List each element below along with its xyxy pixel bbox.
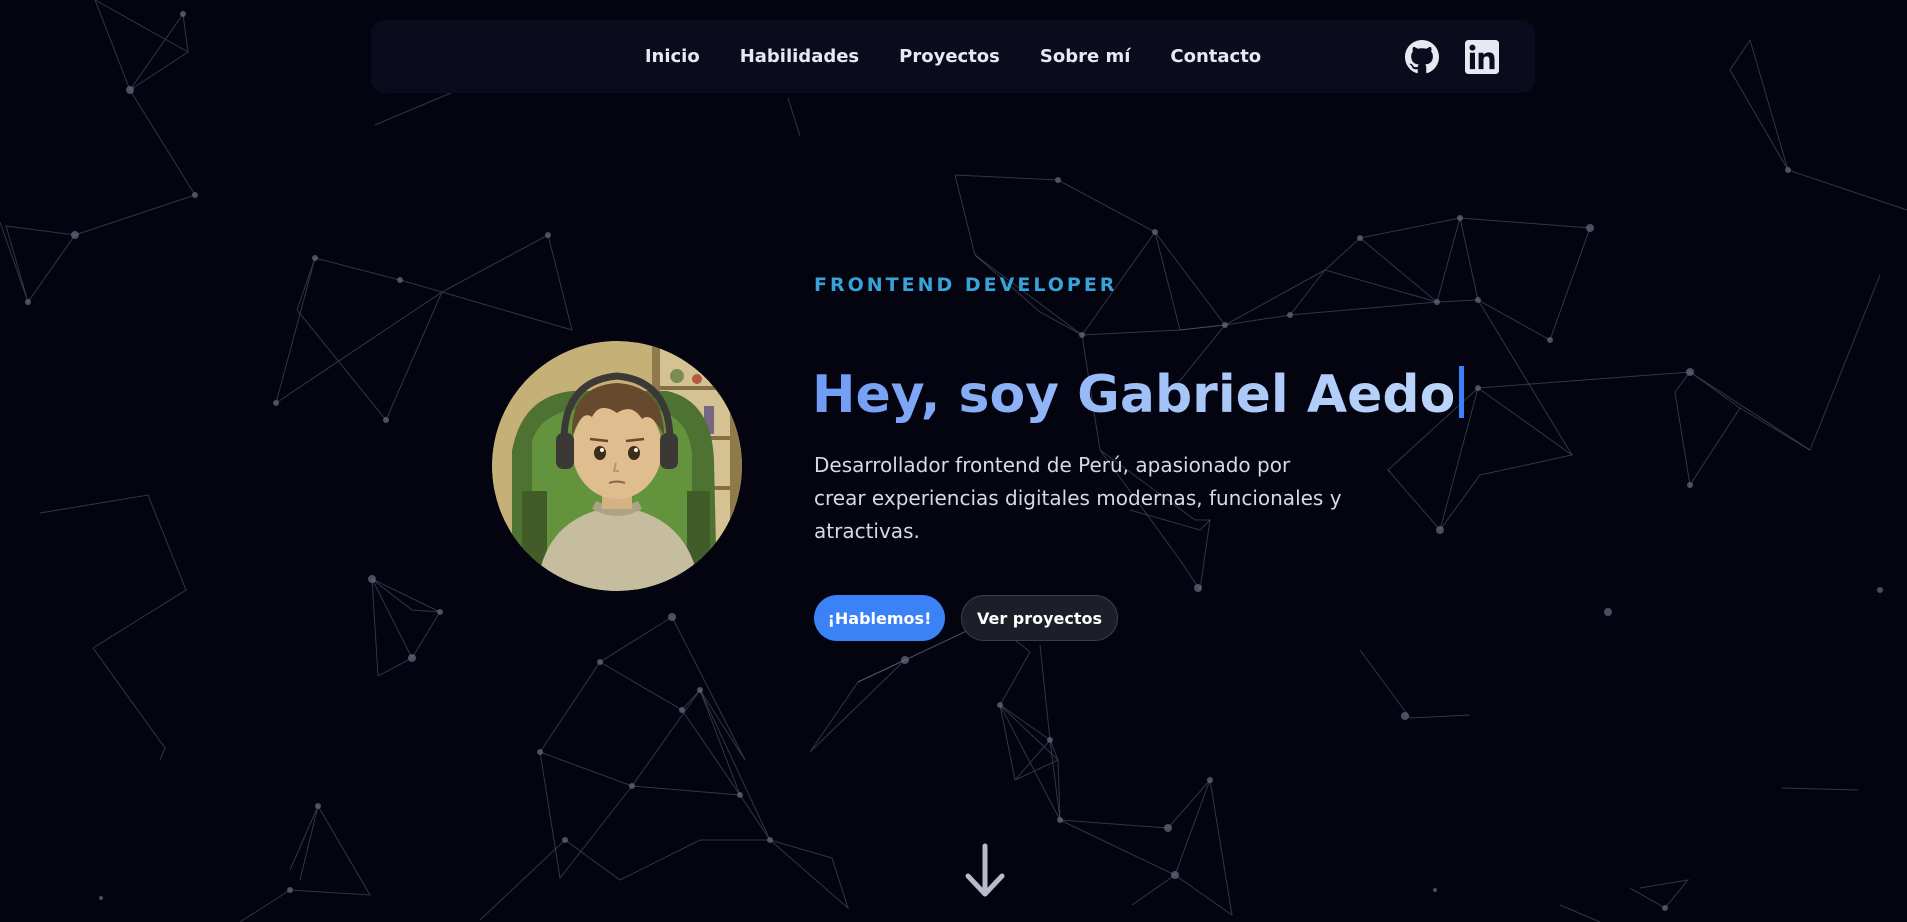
nav-link-habilidades[interactable]: Habilidades bbox=[740, 46, 859, 67]
arrow-down-icon[interactable] bbox=[963, 843, 1007, 899]
page: Inicio Habilidades Proyectos Sobre mí Co… bbox=[0, 0, 1907, 922]
nav-link-contacto[interactable]: Contacto bbox=[1170, 46, 1261, 67]
nav-link-inicio[interactable]: Inicio bbox=[645, 46, 700, 67]
hero-title-text: Hey, soy Gabriel Aedo bbox=[812, 365, 1456, 425]
github-icon[interactable] bbox=[1405, 39, 1439, 74]
hero-title: Hey, soy Gabriel Aedo bbox=[812, 362, 1465, 428]
nav-link-proyectos[interactable]: Proyectos bbox=[899, 46, 1000, 67]
linkedin-icon[interactable] bbox=[1465, 39, 1499, 74]
hero-description: Desarrollador frontend de Perú, apasiona… bbox=[814, 453, 1342, 543]
hero-eyebrow: FRONTEND DEVELOPER bbox=[814, 274, 1118, 296]
social-links bbox=[1405, 20, 1499, 93]
typing-caret bbox=[1459, 366, 1465, 418]
nav-link-sobre-mi[interactable]: Sobre mí bbox=[1040, 46, 1131, 67]
nav-links: Inicio Habilidades Proyectos Sobre mí Co… bbox=[371, 20, 1535, 93]
ver-proyectos-button[interactable]: Ver proyectos bbox=[961, 595, 1118, 641]
avatar bbox=[492, 341, 742, 591]
navbar: Inicio Habilidades Proyectos Sobre mí Co… bbox=[371, 20, 1535, 93]
hablemos-button[interactable]: ¡Hablemos! bbox=[814, 595, 945, 641]
